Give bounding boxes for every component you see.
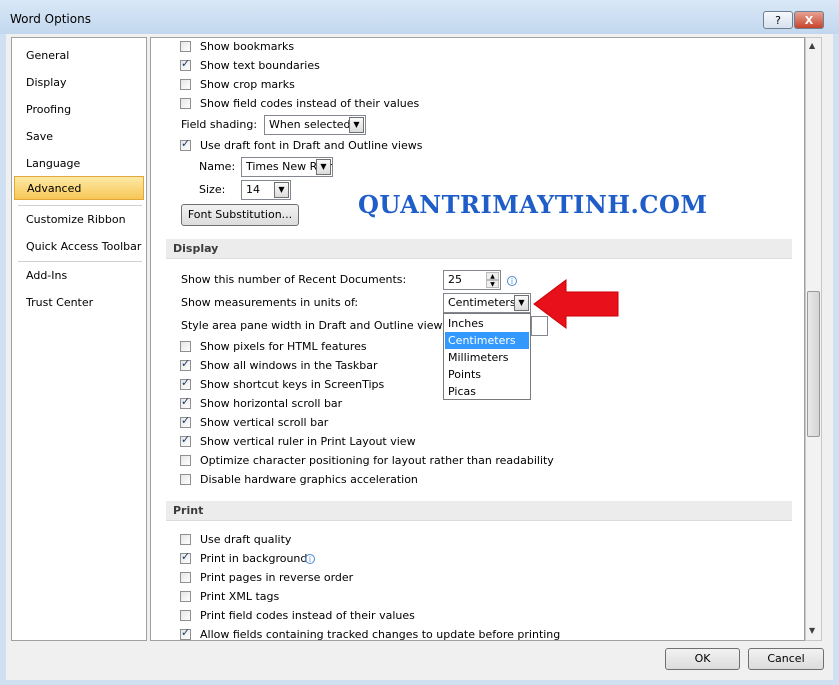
measurement-units-dropdown: Inches Centimeters Millimeters Points Pi… xyxy=(443,313,531,400)
spin-up-icon[interactable]: ▲ xyxy=(486,272,499,280)
show-text-boundaries-label: Show text boundaries xyxy=(200,59,320,72)
display-section-header: Display xyxy=(166,239,792,259)
allow-fields-checkbox[interactable] xyxy=(180,626,191,640)
print-in-background-checkbox[interactable] xyxy=(180,550,191,564)
sidebar-item-trust-center[interactable]: Trust Center xyxy=(14,291,144,315)
dropdown-option-centimeters[interactable]: Centimeters xyxy=(445,332,529,349)
sidebar-item-save[interactable]: Save xyxy=(14,125,144,149)
sidebar-divider xyxy=(18,261,142,262)
show-vertical-ruler-label: Show vertical ruler in Print Layout view xyxy=(200,435,416,448)
print-section-header: Print xyxy=(166,501,792,521)
info-icon: i xyxy=(507,276,517,286)
help-button[interactable]: ? xyxy=(763,11,793,29)
optimize-character-label: Optimize character positioning for layou… xyxy=(200,454,554,467)
show-field-codes-checkbox[interactable] xyxy=(180,98,191,109)
close-button[interactable]: X xyxy=(794,11,824,29)
show-vertical-scroll-checkbox[interactable] xyxy=(180,414,191,428)
field-shading-value: When selected xyxy=(269,118,351,131)
sidebar-item-proofing[interactable]: Proofing xyxy=(14,98,144,122)
style-area-label: Style area pane width in Draft and Outli… xyxy=(181,319,452,332)
field-shading-label: Field shading: xyxy=(181,118,258,131)
info-icon: i xyxy=(305,554,315,564)
print-reverse-checkbox[interactable] xyxy=(180,572,191,583)
dropdown-option-points[interactable]: Points xyxy=(445,366,529,383)
print-field-codes-checkbox[interactable] xyxy=(180,610,191,621)
measurements-label: Show measurements in units of: xyxy=(181,296,359,309)
field-shading-select[interactable]: When selected ▼ xyxy=(264,115,366,135)
show-shortcut-keys-label: Show shortcut keys in ScreenTips xyxy=(200,378,385,391)
vertical-scrollbar[interactable]: ▲ ▼ xyxy=(805,37,822,641)
chevron-down-icon: ▼ xyxy=(274,182,289,198)
font-name-label: Name: xyxy=(199,160,236,173)
disable-hw-acceleration-label: Disable hardware graphics acceleration xyxy=(200,473,418,486)
font-substitution-button[interactable]: Font Substitution... xyxy=(181,204,299,226)
show-bookmarks-label: Show bookmarks xyxy=(200,40,295,53)
sidebar-item-customize-ribbon[interactable]: Customize Ribbon xyxy=(14,208,144,232)
show-crop-marks-checkbox[interactable] xyxy=(180,79,191,90)
scroll-up-icon[interactable]: ▲ xyxy=(809,41,815,50)
ok-button[interactable]: OK xyxy=(665,648,740,670)
window-title: Word Options xyxy=(10,12,91,26)
use-draft-quality-checkbox[interactable] xyxy=(180,534,191,545)
watermark-text: QUANTRIMAYTINH.COM xyxy=(358,190,708,219)
sidebar-item-display[interactable]: Display xyxy=(14,71,144,95)
recent-documents-spinner[interactable]: 25 ▲ ▼ xyxy=(443,270,501,290)
measurement-units-select[interactable]: Centimeters ▼ xyxy=(443,293,531,313)
cancel-button[interactable]: Cancel xyxy=(748,648,824,670)
show-text-boundaries-checkbox[interactable] xyxy=(180,57,191,71)
optimize-character-checkbox[interactable] xyxy=(180,455,191,466)
sidebar-item-advanced[interactable]: Advanced xyxy=(14,176,144,200)
show-horizontal-scroll-label: Show horizontal scroll bar xyxy=(200,397,343,410)
use-draft-font-checkbox[interactable] xyxy=(180,137,191,151)
disable-hw-acceleration-checkbox[interactable] xyxy=(180,474,191,485)
dropdown-option-millimeters[interactable]: Millimeters xyxy=(445,349,529,366)
chevron-down-icon: ▼ xyxy=(349,117,364,133)
use-draft-font-label: Use draft font in Draft and Outline view… xyxy=(200,139,423,152)
sidebar-item-general[interactable]: General xyxy=(14,44,144,68)
font-size-label: Size: xyxy=(199,183,226,196)
sidebar-item-language[interactable]: Language xyxy=(14,152,144,176)
show-horizontal-scroll-checkbox[interactable] xyxy=(180,395,191,409)
title-bar: Word Options ? X xyxy=(0,0,839,34)
sidebar-divider xyxy=(18,205,142,206)
print-xml-tags-label: Print XML tags xyxy=(200,590,280,603)
scroll-down-icon[interactable]: ▼ xyxy=(809,626,815,635)
show-all-windows-label: Show all windows in the Taskbar xyxy=(200,359,378,372)
show-crop-marks-label: Show crop marks xyxy=(200,78,295,91)
scrollbar-thumb[interactable] xyxy=(807,291,820,437)
chevron-down-icon: ▼ xyxy=(514,295,529,311)
use-draft-quality-label: Use draft quality xyxy=(200,533,292,546)
chevron-down-icon: ▼ xyxy=(316,159,331,175)
recent-documents-label: Show this number of Recent Documents: xyxy=(181,273,407,286)
spin-down-icon[interactable]: ▼ xyxy=(486,280,499,288)
show-vertical-scroll-label: Show vertical scroll bar xyxy=(200,416,329,429)
sidebar-item-add-ins[interactable]: Add-Ins xyxy=(14,264,144,288)
show-vertical-ruler-checkbox[interactable] xyxy=(180,433,191,447)
dropdown-option-inches[interactable]: Inches xyxy=(445,315,529,332)
show-bookmarks-checkbox[interactable] xyxy=(180,41,191,52)
sidebar-item-quick-access-toolbar[interactable]: Quick Access Toolbar xyxy=(14,235,144,259)
print-xml-tags-checkbox[interactable] xyxy=(180,591,191,602)
show-all-windows-checkbox[interactable] xyxy=(180,357,191,371)
show-field-codes-label: Show field codes instead of their values xyxy=(200,97,420,110)
recent-documents-value: 25 xyxy=(448,273,462,286)
measurement-units-value: Centimeters xyxy=(448,296,516,309)
show-pixels-label: Show pixels for HTML features xyxy=(200,340,367,353)
font-size-select[interactable]: 14 ▼ xyxy=(241,180,291,200)
show-pixels-checkbox[interactable] xyxy=(180,341,191,352)
style-area-input[interactable] xyxy=(531,316,548,336)
dropdown-option-picas[interactable]: Picas xyxy=(445,383,529,400)
print-field-codes-label: Print field codes instead of their value… xyxy=(200,609,415,622)
print-in-background-label: Print in background xyxy=(200,552,308,565)
font-name-select[interactable]: Times New Roman ▼ xyxy=(241,157,333,177)
font-size-value: 14 xyxy=(246,183,260,196)
show-shortcut-keys-checkbox[interactable] xyxy=(180,376,191,390)
allow-fields-label: Allow fields containing tracked changes … xyxy=(200,628,561,641)
sidebar: General Display Proofing Save Language A… xyxy=(11,37,147,641)
print-reverse-label: Print pages in reverse order xyxy=(200,571,354,584)
